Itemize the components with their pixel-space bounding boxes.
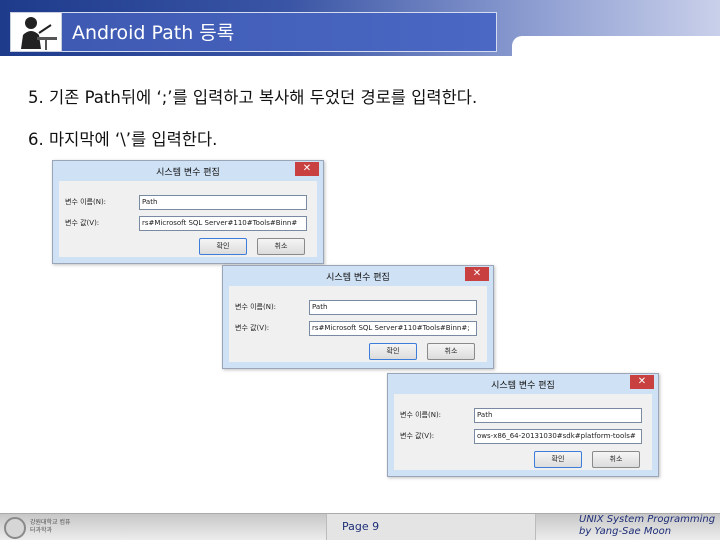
variable-value-input[interactable]: ows-x86_64-20131030#sdk#platform-tools#	[474, 429, 642, 444]
variable-name-label: 변수 이름(N):	[235, 303, 277, 311]
course-credit: UNIX System Programming by Yang-Sae Moon	[579, 514, 715, 538]
variable-name-label: 변수 이름(N):	[65, 198, 107, 206]
edit-variable-dialog-3: 시스템 변수 편집 ✕ 변수 이름(N): Path 변수 값(V): ows-…	[387, 373, 659, 477]
close-icon[interactable]: ✕	[295, 162, 319, 176]
variable-value-input[interactable]: rs#Microsoft SQL Server#110#Tools#Binn#	[139, 216, 307, 231]
edit-variable-dialog-2: 시스템 변수 편집 ✕ 변수 이름(N): Path 변수 값(V): rs#M…	[222, 265, 494, 369]
dialog-body: 변수 이름(N): Path 변수 값(V): rs#Microsoft SQL…	[59, 181, 317, 257]
variable-name-label: 변수 이름(N):	[400, 411, 442, 419]
course-author: by Yang-Sae Moon	[579, 526, 672, 537]
close-icon[interactable]: ✕	[630, 375, 654, 389]
close-icon[interactable]: ✕	[465, 267, 489, 281]
cancel-button[interactable]: 취소	[257, 238, 305, 255]
header-banner: Android Path 등록	[0, 0, 720, 56]
footer-logo: 강원대학교 컴퓨터과학과	[4, 517, 72, 539]
variable-name-input[interactable]: Path	[139, 195, 307, 210]
variable-value-label: 변수 값(V):	[65, 219, 100, 227]
presenter-icon	[10, 12, 62, 52]
course-title: UNIX System Programming	[579, 514, 716, 525]
dialog-title: 시스템 변수 편집	[326, 273, 390, 283]
dialog-body: 변수 이름(N): Path 변수 값(V): rs#Microsoft SQL…	[229, 286, 487, 362]
cancel-button[interactable]: 취소	[427, 343, 475, 360]
page-title: Android Path 등록	[72, 22, 235, 44]
ok-button[interactable]: 확인	[199, 238, 247, 255]
university-seal-icon	[4, 517, 26, 539]
dialog-body: 변수 이름(N): Path 변수 값(V): ows-x86_64-20131…	[394, 394, 652, 470]
variable-name-input[interactable]: Path	[309, 300, 477, 315]
dialog-title: 시스템 변수 편집	[156, 168, 220, 178]
cancel-button[interactable]: 취소	[592, 451, 640, 468]
dialog-title: 시스템 변수 편집	[491, 381, 555, 391]
university-name: 강원대학교 컴퓨터과학과	[30, 519, 71, 534]
edit-variable-dialog-1: 시스템 변수 편집 ✕ 변수 이름(N): Path 변수 값(V): rs#M…	[52, 160, 324, 264]
variable-value-input[interactable]: rs#Microsoft SQL Server#110#Tools#Binn#;	[309, 321, 477, 336]
variable-value-label: 변수 값(V):	[235, 324, 270, 332]
step-6: 6. 마지막에 ‘\’를 입력한다.	[28, 130, 218, 149]
header-tab	[512, 36, 720, 56]
variable-value-label: 변수 값(V):	[400, 432, 435, 440]
ok-button[interactable]: 확인	[534, 451, 582, 468]
variable-name-input[interactable]: Path	[474, 408, 642, 423]
ok-button[interactable]: 확인	[369, 343, 417, 360]
step-5: 5. 기존 Path뒤에 ‘;’를 입력하고 복사해 두었던 경로를 입력한다.	[28, 88, 478, 107]
page-number: Page 9	[342, 520, 380, 533]
